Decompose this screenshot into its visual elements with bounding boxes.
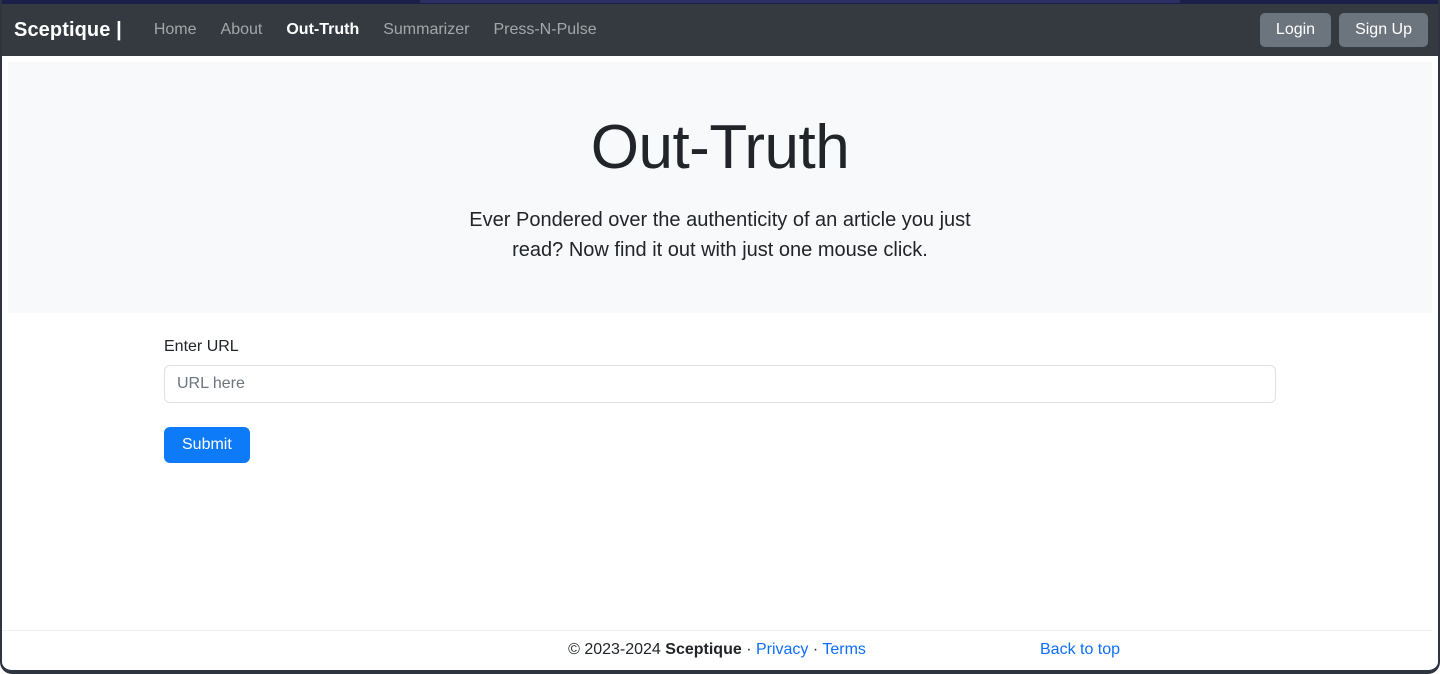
navbar: Sceptique | Home About Out-Truth Summari…: [0, 4, 1440, 56]
login-button[interactable]: Login: [1259, 13, 1332, 47]
back-to-top-link[interactable]: Back to top: [1040, 641, 1120, 659]
footer-link-privacy[interactable]: Privacy: [756, 641, 808, 658]
navbar-actions: Login Sign Up: [1259, 13, 1430, 47]
nav-link-summarizer[interactable]: Summarizer: [371, 15, 481, 45]
footer-link-terms[interactable]: Terms: [822, 641, 866, 658]
url-input[interactable]: [164, 365, 1276, 403]
footer-copyright-text: © 2023-2024: [568, 641, 666, 658]
url-input-label: Enter URL: [164, 338, 239, 355]
footer-separator-2: ·: [808, 641, 823, 658]
footer-separator-1: ·: [741, 641, 756, 658]
footer-divider: [2, 630, 1432, 631]
hero-section: Out-Truth Ever Pondered over the authent…: [8, 62, 1432, 313]
browser-chrome-tabstrip: [420, 0, 1180, 3]
submit-button[interactable]: Submit: [164, 427, 250, 463]
hero-subtitle: Ever Pondered over the authenticity of a…: [469, 209, 971, 262]
nav-link-home[interactable]: Home: [142, 15, 209, 45]
nav-links: Home About Out-Truth Summarizer Press-N-…: [142, 15, 609, 45]
nav-link-out-truth[interactable]: Out-Truth: [274, 15, 371, 45]
nav-link-about[interactable]: About: [209, 15, 275, 45]
browser-page: Sceptique | Home About Out-Truth Summari…: [0, 0, 1440, 674]
footer-copyright: © 2023-2024 Sceptique · Privacy · Terms: [2, 641, 1432, 659]
page-title: Out-Truth: [590, 113, 850, 182]
footer-brand: Sceptique: [665, 641, 742, 658]
nav-link-press-n-pulse[interactable]: Press-N-Pulse: [481, 15, 608, 45]
footer: © 2023-2024 Sceptique · Privacy · Terms …: [2, 632, 1432, 668]
url-form: Enter URL Submit: [164, 338, 1276, 463]
signup-button[interactable]: Sign Up: [1339, 13, 1428, 47]
brand-logo[interactable]: Sceptique |: [14, 19, 122, 42]
